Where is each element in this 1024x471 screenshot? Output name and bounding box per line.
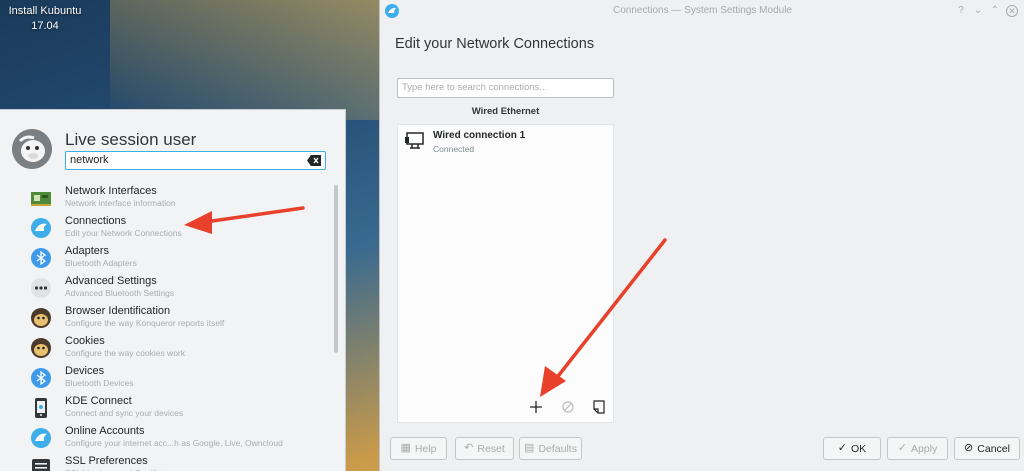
result-title: SSL Preferences [65, 455, 148, 467]
result-title: Cookies [65, 335, 105, 347]
result-title: Devices [65, 365, 105, 377]
launcher-result-item[interactable]: Advanced Settings Advanced Bluetooth Sett… [0, 273, 330, 303]
install-label-line1: Install Kubuntu [8, 5, 82, 17]
add-connection-icon[interactable] [528, 399, 544, 415]
connection-list: Wired connection 1 Connected [397, 124, 614, 423]
result-subtitle: Configure the way Konqueror reports itse… [65, 318, 225, 328]
kde-logo-icon [30, 217, 52, 239]
window-title: Connections — System Settings Module [613, 5, 792, 16]
install-label-line2: 17.04 [31, 20, 59, 32]
result-title: Advanced Settings [65, 275, 157, 287]
kde-logo-icon [30, 427, 52, 449]
user-avatar[interactable] [12, 129, 52, 169]
phone-icon [30, 397, 52, 419]
apply-button[interactable]: ✓ Apply [887, 437, 948, 460]
help-question-icon[interactable]: ? [955, 5, 967, 17]
connection-search-input[interactable]: Type here to search connections... [397, 78, 614, 98]
konqueror-icon [30, 307, 52, 329]
ok-button[interactable]: ✓ OK [823, 437, 881, 460]
reset-button-label: Reset [477, 442, 505, 455]
result-title: Adapters [65, 245, 110, 257]
result-subtitle: Configure the way cookies work [65, 348, 186, 358]
cancel-button-label: Cancel [977, 442, 1010, 455]
launcher-result-item[interactable]: SSL PreferencesSSL Versions and Certific… [0, 453, 330, 471]
reset-button[interactable]: ↶ Reset [455, 437, 514, 460]
result-subtitle: Bluetooth Devices [65, 378, 134, 388]
launcher-result-item[interactable]: Network Interfaces Network interface info… [0, 183, 330, 213]
cancel-button[interactable]: ⊘ Cancel [954, 437, 1020, 460]
launcher-result-item[interactable]: Cookies Configure the way cookies work [0, 333, 330, 363]
application-launcher: Live session user network Network Interf… [0, 109, 346, 471]
result-subtitle: Configure your internet acc...h as Googl… [65, 438, 283, 448]
launcher-search-input[interactable]: network [65, 151, 326, 170]
konqueror-icon [30, 337, 52, 359]
launcher-result-item[interactable]: Browser Identification Configure the way … [0, 303, 330, 333]
launcher-result-item[interactable]: Connections Edit your Network Connections [0, 213, 330, 243]
connection-status: Connected [433, 144, 475, 154]
remove-connection-icon[interactable] [560, 399, 576, 415]
result-title: KDE Connect [65, 395, 132, 407]
result-title: Network Interfaces [65, 185, 157, 197]
defaults-button[interactable]: ▤ Defaults [519, 437, 582, 460]
reset-icon: ↶ [464, 442, 474, 454]
import-connection-icon[interactable] [591, 399, 607, 415]
network-card-icon [30, 187, 52, 209]
user-name: Live session user [65, 130, 197, 149]
defaults-button-label: Defaults [538, 442, 577, 455]
result-title: Browser Identification [65, 305, 171, 317]
install-kubuntu-icon-label[interactable]: Install Kubuntu 17.04 [0, 4, 90, 34]
launcher-search-value: network [70, 154, 109, 166]
connection-item[interactable]: Wired connection 1 Connected [404, 129, 608, 157]
help-button-label: Help [414, 442, 437, 455]
launcher-result-item[interactable]: KDE Connect Connect and sync your devices [0, 393, 330, 423]
clear-text-icon[interactable] [307, 155, 321, 166]
results-scrollbar[interactable] [334, 185, 338, 353]
help-button[interactable]: ▦ Help [390, 437, 447, 460]
result-subtitle: Bluetooth Adapters [65, 258, 137, 268]
minimize-icon[interactable]: ⌄ [972, 5, 984, 17]
wired-ethernet-heading: Wired Ethernet [471, 106, 540, 117]
window-titlebar[interactable]: Connections — System Settings Module ? ⌄… [380, 0, 1024, 23]
launcher-result-item[interactable]: Adapters Bluetooth Adapters [0, 243, 330, 273]
check-icon: ✓ [837, 442, 848, 454]
check-icon: ✓ [897, 442, 907, 454]
connection-search-placeholder: Type here to search connections... [402, 82, 548, 93]
ok-button-label: OK [851, 442, 867, 455]
result-subtitle: Advanced Bluetooth Settings [65, 288, 175, 298]
more-dots-icon [30, 277, 52, 299]
close-icon[interactable]: ✕ [1006, 5, 1018, 17]
result-subtitle: Network interface information [65, 198, 176, 208]
wired-network-icon [405, 132, 424, 149]
help-icon: ▦ [400, 442, 411, 454]
connection-name: Wired connection 1 [433, 130, 526, 141]
avatar-icon [12, 129, 52, 169]
ssl-icon [30, 457, 52, 471]
bluetooth-icon [30, 247, 52, 269]
result-title: Connections [65, 215, 127, 227]
system-settings-window: Connections — System Settings Module ? ⌄… [379, 0, 1024, 471]
launcher-result-item[interactable]: Devices Bluetooth Devices [0, 363, 330, 393]
maximize-icon[interactable]: ⌃ [989, 5, 1001, 17]
launcher-result-item[interactable]: Online Accounts Configure your internet a… [0, 423, 330, 453]
defaults-icon: ▤ [524, 442, 535, 454]
apply-button-label: Apply [910, 442, 938, 455]
result-subtitle: Edit your Network Connections [65, 228, 182, 238]
result-title: Online Accounts [65, 425, 145, 437]
page-title: Edit your Network Connections [395, 36, 595, 52]
cancel-icon: ⊘ [964, 442, 974, 454]
result-subtitle: Connect and sync your devices [65, 408, 184, 418]
bluetooth-icon [30, 367, 52, 389]
